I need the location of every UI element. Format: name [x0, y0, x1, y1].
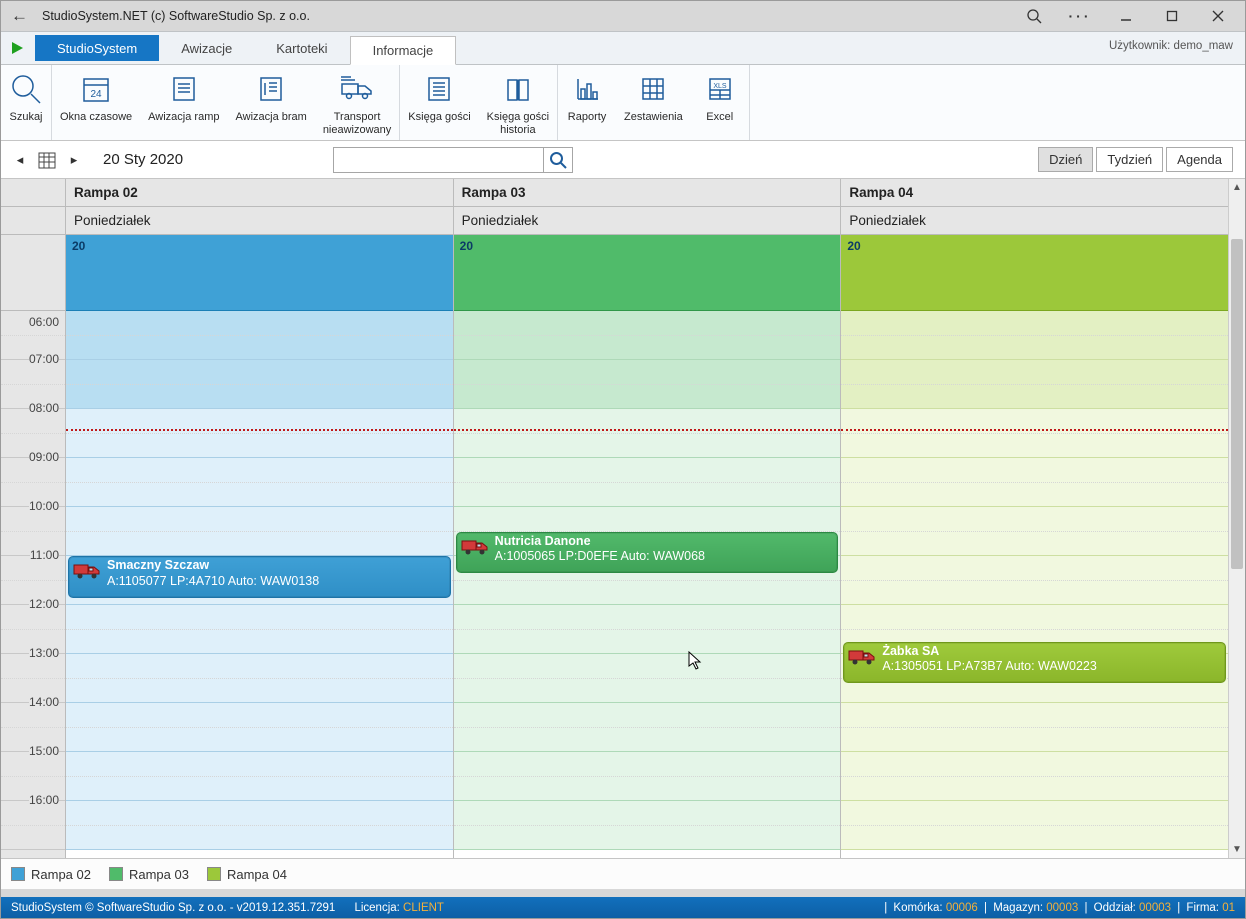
time-label: 07:00: [29, 352, 59, 366]
date-navigation: ◂ ▸ 20 Sty 2020 Dzień Tydzień Agenda: [1, 141, 1245, 179]
ribbon-ksiega-gosci[interactable]: Księga gości: [400, 65, 478, 140]
truck-icon: [339, 69, 375, 109]
next-day-button[interactable]: ▸: [67, 152, 81, 168]
column-rampa-03[interactable]: Rampa 03 Poniedziałek 20 Nutricia Danone…: [454, 179, 842, 858]
list-icon: [169, 69, 199, 109]
event-detail: A:1005065 LP:D0EFE Auto: WAW068: [495, 549, 832, 565]
minimize-button[interactable]: [1103, 1, 1149, 31]
ramp-legend: Rampa 02 Rampa 03 Rampa 04: [1, 859, 1245, 889]
prev-day-button[interactable]: ◂: [13, 152, 27, 168]
primary-tabs: StudioSystem Awizacje Kartoteki Informac…: [1, 31, 1245, 65]
vertical-scrollbar[interactable]: ▲ ▼: [1228, 179, 1245, 858]
ribbon-transport-nieawizowany[interactable]: Transport nieawizowany: [315, 65, 399, 140]
scroll-up-icon[interactable]: ▲: [1229, 179, 1245, 196]
ribbon-zestawienia[interactable]: Zestawienia: [616, 65, 691, 140]
svg-text:24: 24: [91, 89, 103, 100]
now-indicator: [454, 429, 841, 431]
search-icon: [9, 69, 43, 109]
maximize-button[interactable]: [1149, 1, 1195, 31]
chart-icon: [572, 69, 602, 109]
statusbar: StudioSystem © SoftwareStudio Sp. z o.o.…: [1, 897, 1245, 918]
event-title: Żabka SA: [882, 644, 1219, 660]
time-label: 15:00: [29, 744, 59, 758]
column-day: Poniedziałek: [66, 207, 453, 235]
time-column: 06:00 07:00 08:00 09:00 10:00 11:00 12:00 13:00…: [1, 179, 66, 858]
time-label: 13:00: [29, 646, 59, 660]
ribbon-awizacja-bram[interactable]: Awizacja bram: [227, 65, 314, 140]
ribbon-excel[interactable]: XLS Excel: [691, 65, 749, 140]
tab-informacje[interactable]: Informacje: [350, 36, 457, 65]
cursor-icon: [688, 651, 704, 671]
allday-cell: 20: [66, 235, 453, 311]
tab-awizacje[interactable]: Awizacje: [159, 32, 254, 64]
calendar-picker-icon[interactable]: [37, 150, 57, 170]
scroll-thumb[interactable]: [1231, 239, 1243, 569]
scheduler-event[interactable]: Smaczny SzczawA:1105077 LP:4A710 Auto: W…: [68, 556, 451, 598]
book-icon: [503, 69, 533, 109]
swatch-rampa-02: [11, 867, 25, 881]
excel-icon: XLS: [706, 69, 734, 109]
view-week-button[interactable]: Tydzień: [1096, 147, 1163, 172]
column-rampa-02[interactable]: Rampa 02 Poniedziałek 20 Smaczny SzczawA…: [66, 179, 454, 858]
tab-studio-system[interactable]: StudioSystem: [35, 35, 159, 61]
time-label: 06:00: [29, 315, 59, 329]
event-title: Smaczny Szczaw: [107, 558, 444, 574]
grid-icon: [639, 69, 667, 109]
now-indicator: [841, 429, 1228, 431]
close-button[interactable]: [1195, 1, 1241, 31]
scroll-down-icon[interactable]: ▼: [1229, 841, 1245, 858]
search-global-icon[interactable]: [1011, 1, 1057, 31]
more-icon[interactable]: ···: [1057, 1, 1103, 31]
back-button[interactable]: ←: [5, 6, 34, 26]
ribbon-toolbar: Szukaj 24 Okna czasowe Awizacja ramp Awi…: [1, 65, 1245, 141]
ribbon-szukaj[interactable]: Szukaj: [1, 65, 51, 140]
time-label: 12:00: [29, 597, 59, 611]
calendar-icon: 24: [80, 69, 112, 109]
scheduler-event[interactable]: Nutricia DanoneA:1005065 LP:D0EFE Auto: …: [456, 532, 839, 574]
event-detail: A:1305051 LP:A73B7 Auto: WAW0223: [882, 659, 1219, 675]
view-agenda-button[interactable]: Agenda: [1166, 147, 1233, 172]
view-day-button[interactable]: Dzień: [1038, 147, 1093, 172]
ribbon-okna-czasowe[interactable]: 24 Okna czasowe: [52, 65, 140, 140]
column-rampa-04[interactable]: Rampa 04 Poniedziałek 20 Żabka SAA:13050…: [841, 179, 1228, 858]
ribbon-raporty[interactable]: Raporty: [558, 65, 616, 140]
time-label: 16:00: [29, 793, 59, 807]
scheduler-search-button[interactable]: [543, 147, 573, 173]
run-icon[interactable]: [5, 32, 29, 64]
time-label: 11:00: [30, 548, 59, 562]
event-title: Nutricia Danone: [495, 534, 832, 550]
gate-icon: [256, 69, 286, 109]
scheduler-search-input[interactable]: [333, 147, 543, 173]
ribbon-ksiega-gosci-historia[interactable]: Księga gości historia: [479, 65, 557, 140]
ribbon-awizacja-ramp[interactable]: Awizacja ramp: [140, 65, 227, 140]
guest-book-icon: [424, 69, 454, 109]
current-date-label: 20 Sty 2020: [103, 151, 183, 168]
window-title: StudioSystem.NET (c) SoftwareStudio Sp. …: [42, 9, 310, 23]
scheduler-event[interactable]: Żabka SAA:1305051 LP:A73B7 Auto: WAW0223: [843, 642, 1226, 684]
time-label: 14:00: [29, 695, 59, 709]
titlebar: ← StudioSystem.NET (c) SoftwareStudio Sp…: [1, 1, 1245, 31]
swatch-rampa-04: [207, 867, 221, 881]
event-detail: A:1105077 LP:4A710 Auto: WAW0138: [107, 574, 444, 590]
user-info: Użytkownik: demo_maw: [1109, 40, 1233, 52]
svg-text:XLS: XLS: [713, 83, 727, 90]
time-label: 10:00: [29, 499, 59, 513]
tab-kartoteki[interactable]: Kartoteki: [254, 32, 349, 64]
time-label: 08:00: [29, 401, 59, 415]
now-indicator: [66, 429, 453, 431]
time-label: 09:00: [29, 450, 59, 464]
scheduler-panel: 06:00 07:00 08:00 09:00 10:00 11:00 12:00 13:00…: [1, 179, 1245, 859]
column-title: Rampa 02: [66, 179, 453, 207]
swatch-rampa-03: [109, 867, 123, 881]
